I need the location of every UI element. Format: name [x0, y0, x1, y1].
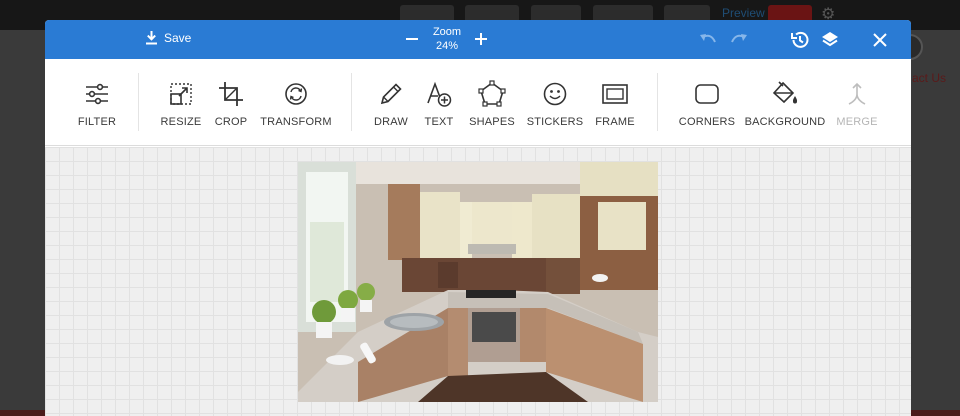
tool-label: FILTER	[77, 116, 117, 128]
tool-label: DRAW	[374, 116, 408, 128]
kitchen-illustration	[298, 162, 658, 402]
merge-icon	[848, 82, 866, 105]
background-preview-link: Preview	[722, 6, 765, 20]
editor-canvas[interactable]	[45, 147, 911, 416]
undo-icon[interactable]	[697, 29, 719, 51]
zoom-in-icon[interactable]	[471, 28, 491, 50]
pencil-icon	[380, 83, 402, 105]
background-contact-link: act Us	[912, 71, 947, 85]
tool-filter[interactable]: FILTER	[71, 59, 123, 146]
image-editor-modal: Save Zoom 24% FILTER RESIZE CROP TRANSFO…	[45, 20, 911, 416]
save-button[interactable]: Save	[145, 31, 191, 45]
tool-background[interactable]: BACKGROUND	[745, 59, 825, 146]
tool-label: FRAME	[595, 116, 635, 128]
tool-label: MERGE	[836, 116, 878, 128]
tool-label: TRANSFORM	[260, 116, 332, 128]
frame-icon	[602, 84, 628, 104]
crop-icon	[219, 82, 243, 106]
zoom-value: 24%	[435, 40, 459, 52]
tool-label: STICKERS	[526, 116, 584, 128]
tool-corners[interactable]: CORNERS	[678, 59, 736, 146]
smiley-icon	[543, 82, 567, 106]
tool-shapes[interactable]: SHAPES	[468, 59, 516, 146]
editor-toolbar: FILTER RESIZE CROP TRANSFORM DRAW TEXT S…	[45, 59, 911, 146]
zoom-indicator: Zoom 24%	[423, 25, 471, 53]
sliders-icon	[86, 83, 108, 105]
rotate-icon	[285, 83, 307, 105]
save-label: Save	[164, 31, 192, 45]
resize-icon	[170, 83, 192, 105]
tool-text[interactable]: TEXT	[422, 59, 456, 146]
tool-label: BACKGROUND	[744, 116, 826, 128]
zoom-label: Zoom	[432, 26, 462, 38]
rounded-square-icon	[695, 84, 719, 104]
text-add-icon	[427, 81, 452, 107]
toolbar-divider	[351, 73, 352, 131]
tool-draw[interactable]: DRAW	[372, 59, 410, 146]
tool-label: RESIZE	[160, 116, 202, 128]
tool-crop[interactable]: CROP	[213, 59, 249, 146]
tool-merge[interactable]: MERGE	[835, 59, 879, 146]
editor-topbar: Save Zoom 24%	[45, 20, 911, 59]
redo-icon[interactable]	[728, 29, 750, 51]
history-icon[interactable]	[789, 29, 811, 51]
pentagon-icon	[478, 80, 506, 107]
tool-label: TEXT	[424, 116, 454, 128]
kitchen-photo[interactable]	[298, 162, 658, 402]
tool-stickers[interactable]: STICKERS	[526, 59, 584, 146]
tool-resize[interactable]: RESIZE	[159, 59, 203, 146]
close-icon[interactable]	[869, 29, 891, 51]
toolbar-divider	[138, 73, 139, 131]
toolbar-divider	[657, 73, 658, 131]
download-icon	[146, 31, 157, 45]
layers-icon[interactable]	[819, 29, 841, 51]
tool-label: SHAPES	[469, 116, 515, 128]
zoom-out-icon[interactable]	[402, 28, 422, 50]
paint-bucket-icon	[772, 81, 798, 104]
tool-frame[interactable]: FRAME	[595, 59, 635, 146]
tool-label: CORNERS	[678, 116, 736, 128]
tool-transform[interactable]: TRANSFORM	[260, 59, 332, 146]
tool-label: CROP	[214, 116, 248, 128]
